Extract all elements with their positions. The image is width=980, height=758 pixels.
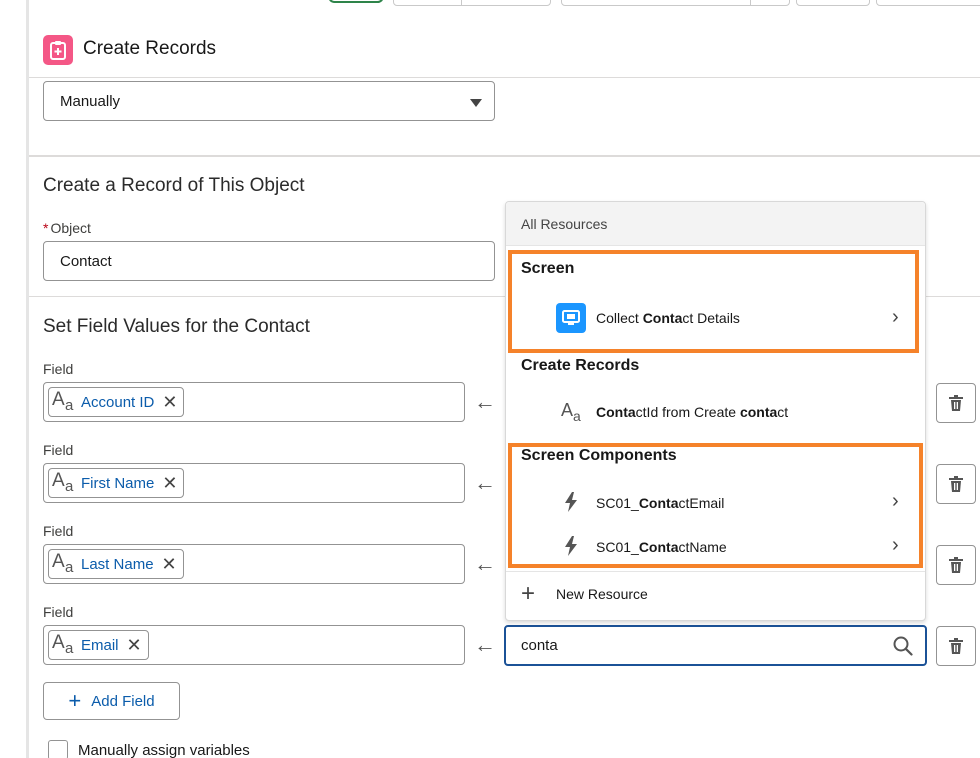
- text-type-icon: Aa: [52, 551, 74, 576]
- highlight-box-screen: [508, 250, 919, 353]
- add-field-label: Add Field: [91, 692, 155, 710]
- field-pill: Aa First Name ✕: [48, 468, 185, 498]
- plus-icon: +: [68, 688, 82, 713]
- remove-pill-icon[interactable]: ✕: [162, 393, 177, 411]
- record-mode-value: Manually: [60, 93, 121, 110]
- remove-pill-icon[interactable]: ✕: [162, 555, 177, 573]
- add-field-button[interactable]: + Add Field: [43, 682, 180, 720]
- toolbar-button-3[interactable]: [796, 0, 870, 6]
- remove-pill-icon[interactable]: ✕: [127, 636, 142, 654]
- text-type-icon: Aa: [52, 632, 74, 657]
- arrow-left-icon: ←: [474, 389, 496, 414]
- field-input[interactable]: Aa Last Name ✕: [43, 544, 465, 584]
- delete-row-button[interactable]: [936, 545, 976, 585]
- field-input[interactable]: Aa First Name ✕: [43, 463, 465, 503]
- toolbar-button-4[interactable]: [876, 0, 980, 6]
- manual-assign-checkbox[interactable]: [48, 740, 68, 758]
- record-mode-select[interactable]: Manually: [43, 81, 495, 121]
- field-label: Field: [43, 523, 74, 539]
- create-records-icon: [43, 35, 73, 65]
- field-pill: Aa Last Name ✕: [48, 549, 184, 579]
- group-create-records: Create Records: [521, 357, 640, 374]
- panel-title: Create Records: [83, 38, 217, 59]
- toolbar-divider-2: [750, 0, 751, 6]
- field-pill: Aa Email ✕: [48, 630, 149, 660]
- object-value: Contact: [60, 253, 112, 270]
- text-type-icon: Aa: [561, 400, 581, 424]
- dropdown-header: All Resources: [506, 202, 925, 246]
- arrow-left-icon: ←: [474, 470, 496, 495]
- field-label: Field: [43, 442, 74, 458]
- field-pill: Aa Account ID ✕: [48, 387, 185, 417]
- field-input[interactable]: Aa Account ID ✕: [43, 382, 465, 422]
- field-label: Field: [43, 361, 74, 377]
- resource-search-value: conta: [521, 637, 558, 654]
- toolbar-button-group[interactable]: [393, 0, 551, 6]
- arrow-left-icon: ←: [474, 551, 496, 576]
- highlight-box-screen-components: [508, 443, 923, 568]
- trash-icon: [949, 557, 963, 573]
- delete-row-button[interactable]: [936, 383, 976, 423]
- trash-icon: [949, 638, 963, 654]
- object-section-title: Create a Record of This Object: [43, 175, 305, 196]
- trash-icon: [949, 476, 963, 492]
- arrow-left-icon: ←: [474, 632, 496, 657]
- manual-assign-label: Manually assign variables: [78, 742, 250, 758]
- toolbar-combo[interactable]: [561, 0, 790, 6]
- section-divider: [29, 155, 980, 157]
- plus-icon: +: [521, 580, 536, 607]
- field-pill-label: Last Name: [81, 555, 154, 573]
- text-type-icon: Aa: [52, 389, 74, 414]
- search-icon: [893, 636, 913, 656]
- field-input[interactable]: Aa Email ✕: [43, 625, 465, 665]
- toolbar-divider: [461, 0, 462, 6]
- resource-item-contactid[interactable]: ContactId from Create contact: [596, 404, 788, 420]
- text-type-icon: Aa: [52, 470, 74, 495]
- object-label: * Object: [43, 220, 91, 236]
- header-divider: [29, 77, 980, 78]
- resource-search-input[interactable]: conta: [504, 625, 927, 666]
- field-pill-label: Account ID: [81, 393, 155, 411]
- left-canvas-edge: [26, 0, 29, 758]
- chevron-down-icon: [470, 99, 482, 107]
- field-pill-label: First Name: [81, 474, 155, 492]
- dropdown-divider: [506, 571, 925, 572]
- delete-row-button[interactable]: [936, 464, 976, 504]
- field-pill-label: Email: [81, 636, 119, 654]
- object-input[interactable]: Contact: [43, 241, 495, 281]
- field-label: Field: [43, 604, 74, 620]
- new-resource-button[interactable]: New Resource: [556, 586, 648, 602]
- delete-row-button[interactable]: [936, 626, 976, 666]
- trash-icon: [949, 395, 963, 411]
- field-values-title: Set Field Values for the Contact: [43, 316, 310, 337]
- remove-pill-icon[interactable]: ✕: [162, 474, 177, 492]
- toolbar-green-button[interactable]: [328, 0, 384, 3]
- dropdown-header-label: All Resources: [521, 216, 608, 232]
